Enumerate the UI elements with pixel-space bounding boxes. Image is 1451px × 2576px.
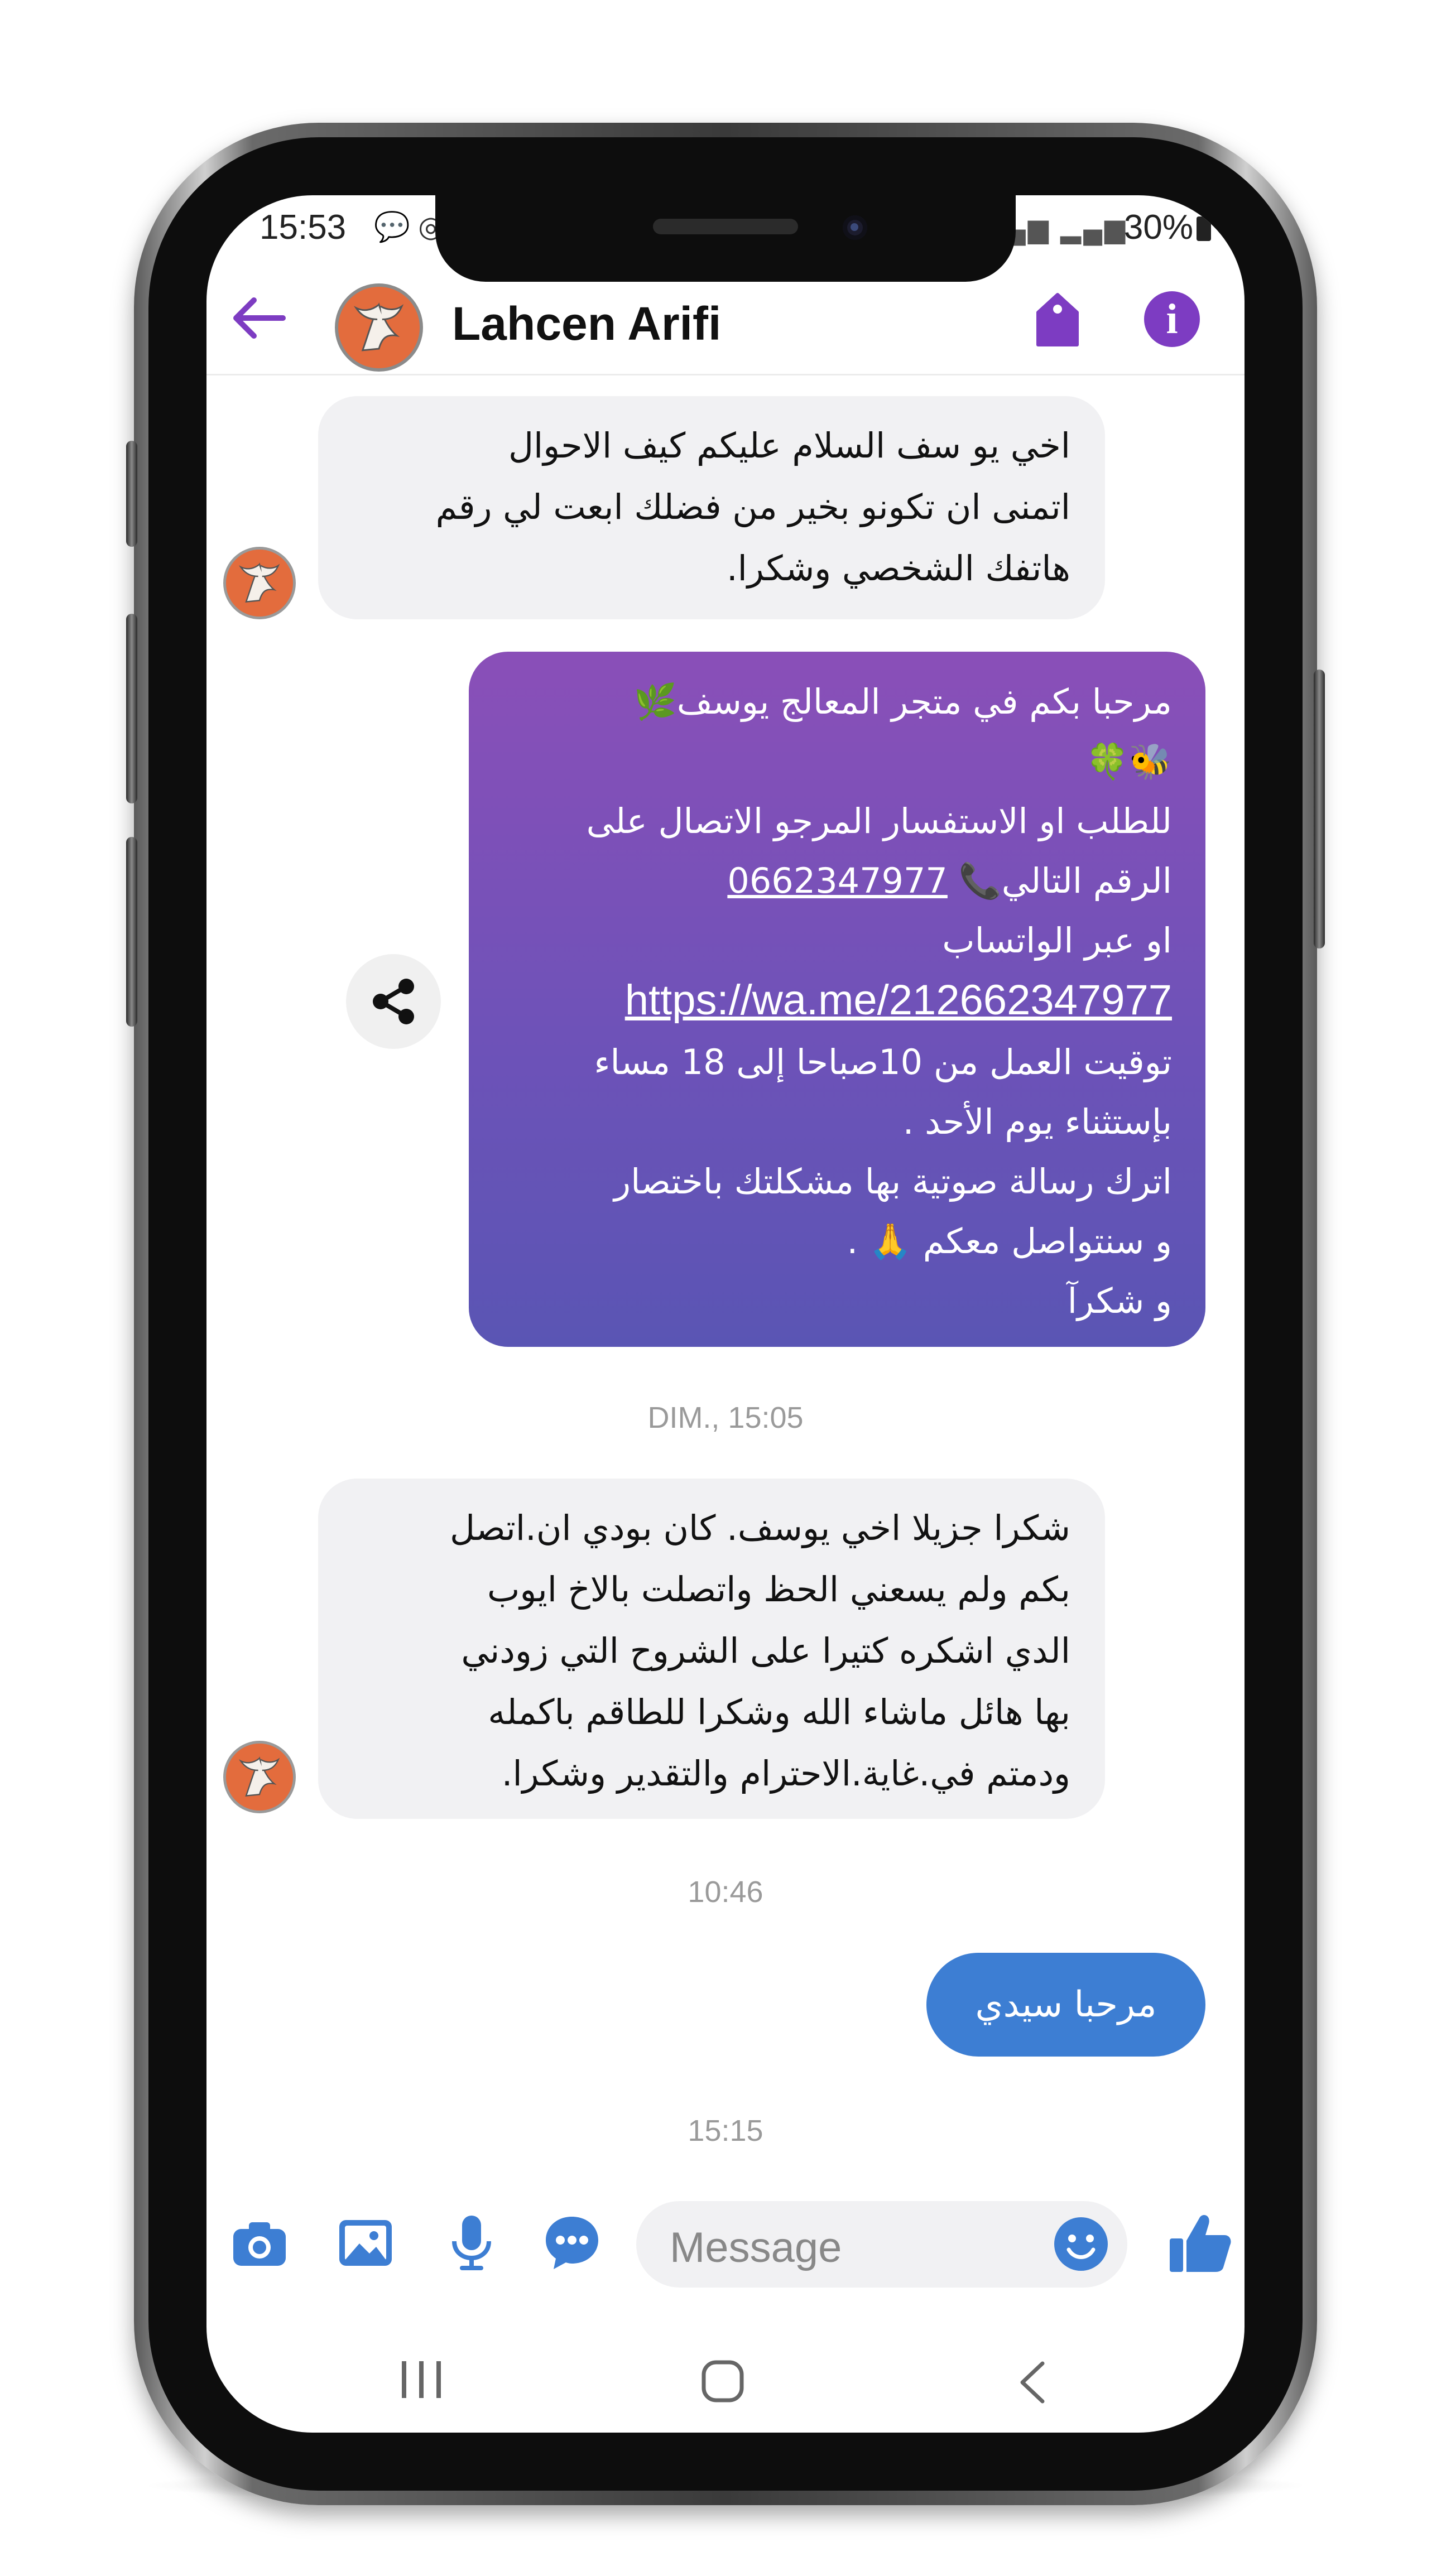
- message-line: بها هائل ماشاء الله وشكرا للطاقم باكمله: [488, 1692, 1070, 1732]
- side-button-volume-up: [126, 614, 137, 803]
- share-icon: [373, 979, 414, 1024]
- contact-avatar-small[interactable]: [223, 547, 296, 619]
- message-line: https://wa.me/212662347977: [502, 970, 1172, 1032]
- bird-logo-icon: [226, 1744, 293, 1811]
- share-button[interactable]: [346, 954, 441, 1049]
- notification-icons: 💬 ◎: [374, 211, 444, 243]
- recent-apps-icon[interactable]: [396, 2360, 446, 2399]
- battery-text: 30%: [1123, 208, 1193, 247]
- front-camera: [843, 215, 867, 240]
- back-arrow-icon[interactable]: [232, 296, 287, 340]
- message-line: 🐝🍀: [1085, 741, 1172, 782]
- message-text: الرقم التالي📞: [947, 860, 1172, 901]
- back-nav-icon[interactable]: [1016, 2360, 1049, 2405]
- message-bubble-incoming[interactable]: اخي يو سف السلام عليكم كيف الاحوال اتمنى…: [318, 396, 1105, 619]
- message-line: للطلب او الاستفسار المرجو الاتصال على: [586, 801, 1172, 841]
- home-icon[interactable]: [700, 2359, 745, 2404]
- battery-level: 30%: [1124, 208, 1211, 247]
- message-line: بإستثناء يوم الأحد .: [902, 1101, 1172, 1142]
- status-time: 15:53: [260, 208, 347, 247]
- message-line: الدي اشكره كتيرا على الشروح التي زودني: [461, 1630, 1070, 1671]
- contact-avatar[interactable]: [335, 283, 423, 372]
- contact-avatar-small[interactable]: [223, 1741, 296, 1813]
- side-button-power: [1314, 670, 1325, 948]
- phone-number-link[interactable]: 0662347977: [727, 860, 947, 901]
- bird-logo-icon: [226, 550, 293, 617]
- info-icon[interactable]: i: [1144, 291, 1200, 347]
- message-input[interactable]: Message: [636, 2201, 1127, 2288]
- message-line: و سنتواصل معكم 🙏 .: [847, 1221, 1172, 1261]
- message-timestamp: DIM., 15:05: [647, 1401, 804, 1434]
- contact-name[interactable]: Lahcen Arifi: [452, 297, 721, 351]
- earpiece-speaker: [653, 219, 798, 234]
- like-icon[interactable]: [1166, 2209, 1233, 2276]
- conversation-header: Lahcen Arifi i: [206, 257, 1245, 375]
- message-line: توقيت العمل من 10صباحا إلى 18 مساء: [594, 1042, 1172, 1082]
- tag-icon[interactable]: [1032, 290, 1083, 352]
- message-line: اتمنى ان تكونو بخير من فضلك ابعت لي رقم: [435, 487, 1070, 527]
- message-line: و شكرآ: [1067, 1280, 1172, 1321]
- message-bubble-incoming[interactable]: شكرا جزيلا اخي يوسف. كان بودي ان.اتصل بك…: [318, 1479, 1105, 1819]
- phone-screen: 15:53 💬 ◎ ▂▄▆ ▂▄▆ 30% Lahcen Arifi i اخي…: [206, 195, 1245, 2433]
- message-bubble-outgoing[interactable]: مرحبا سيدي: [926, 1953, 1205, 2057]
- message-input-placeholder: Message: [670, 2224, 842, 2271]
- bird-logo-icon: [338, 287, 420, 368]
- gallery-icon[interactable]: [335, 2212, 396, 2274]
- chat-bubble-icon[interactable]: [541, 2212, 603, 2274]
- camera-icon[interactable]: [229, 2212, 290, 2274]
- message-line: شكرا جزيلا اخي يوسف. كان بودي ان.اتصل: [449, 1508, 1070, 1548]
- message-line: اترك رسالة صوتية بها مشكلتك باختصار: [614, 1161, 1172, 1202]
- side-button-mute: [126, 441, 137, 547]
- microphone-icon[interactable]: [441, 2212, 502, 2274]
- system-navigation-bar: [206, 2310, 1245, 2433]
- message-timestamp: 15:15: [688, 2114, 763, 2148]
- side-button-volume-down: [126, 837, 137, 1027]
- message-timestamp: 10:46: [688, 1875, 763, 1909]
- message-line: ودمتم في.غاية.الاحترام والتقدير وشكرا.: [501, 1753, 1070, 1794]
- message-line: مرحبا بكم في متجر المعالج يوسف🌿: [633, 681, 1172, 722]
- message-line: او عبر الواتساب: [942, 920, 1172, 961]
- message-composer: Message: [206, 2187, 1245, 2299]
- message-line: اخي يو سف السلام عليكم كيف الاحوال: [508, 425, 1070, 466]
- message-line: الرقم التالي📞 0662347977: [502, 851, 1172, 911]
- battery-icon: [1197, 216, 1211, 241]
- message-bubble-outgoing[interactable]: مرحبا بكم في متجر المعالج يوسف🌿 🐝🍀 للطلب…: [469, 652, 1205, 1347]
- whatsapp-link[interactable]: https://wa.me/212662347977: [625, 976, 1172, 1024]
- message-line: هاتفك الشخصي وشكرا.: [726, 548, 1070, 589]
- message-line: بكم ولم يسعني الحظ واتصلت بالاخ ايوب: [487, 1569, 1070, 1610]
- emoji-icon[interactable]: [1052, 2215, 1111, 2274]
